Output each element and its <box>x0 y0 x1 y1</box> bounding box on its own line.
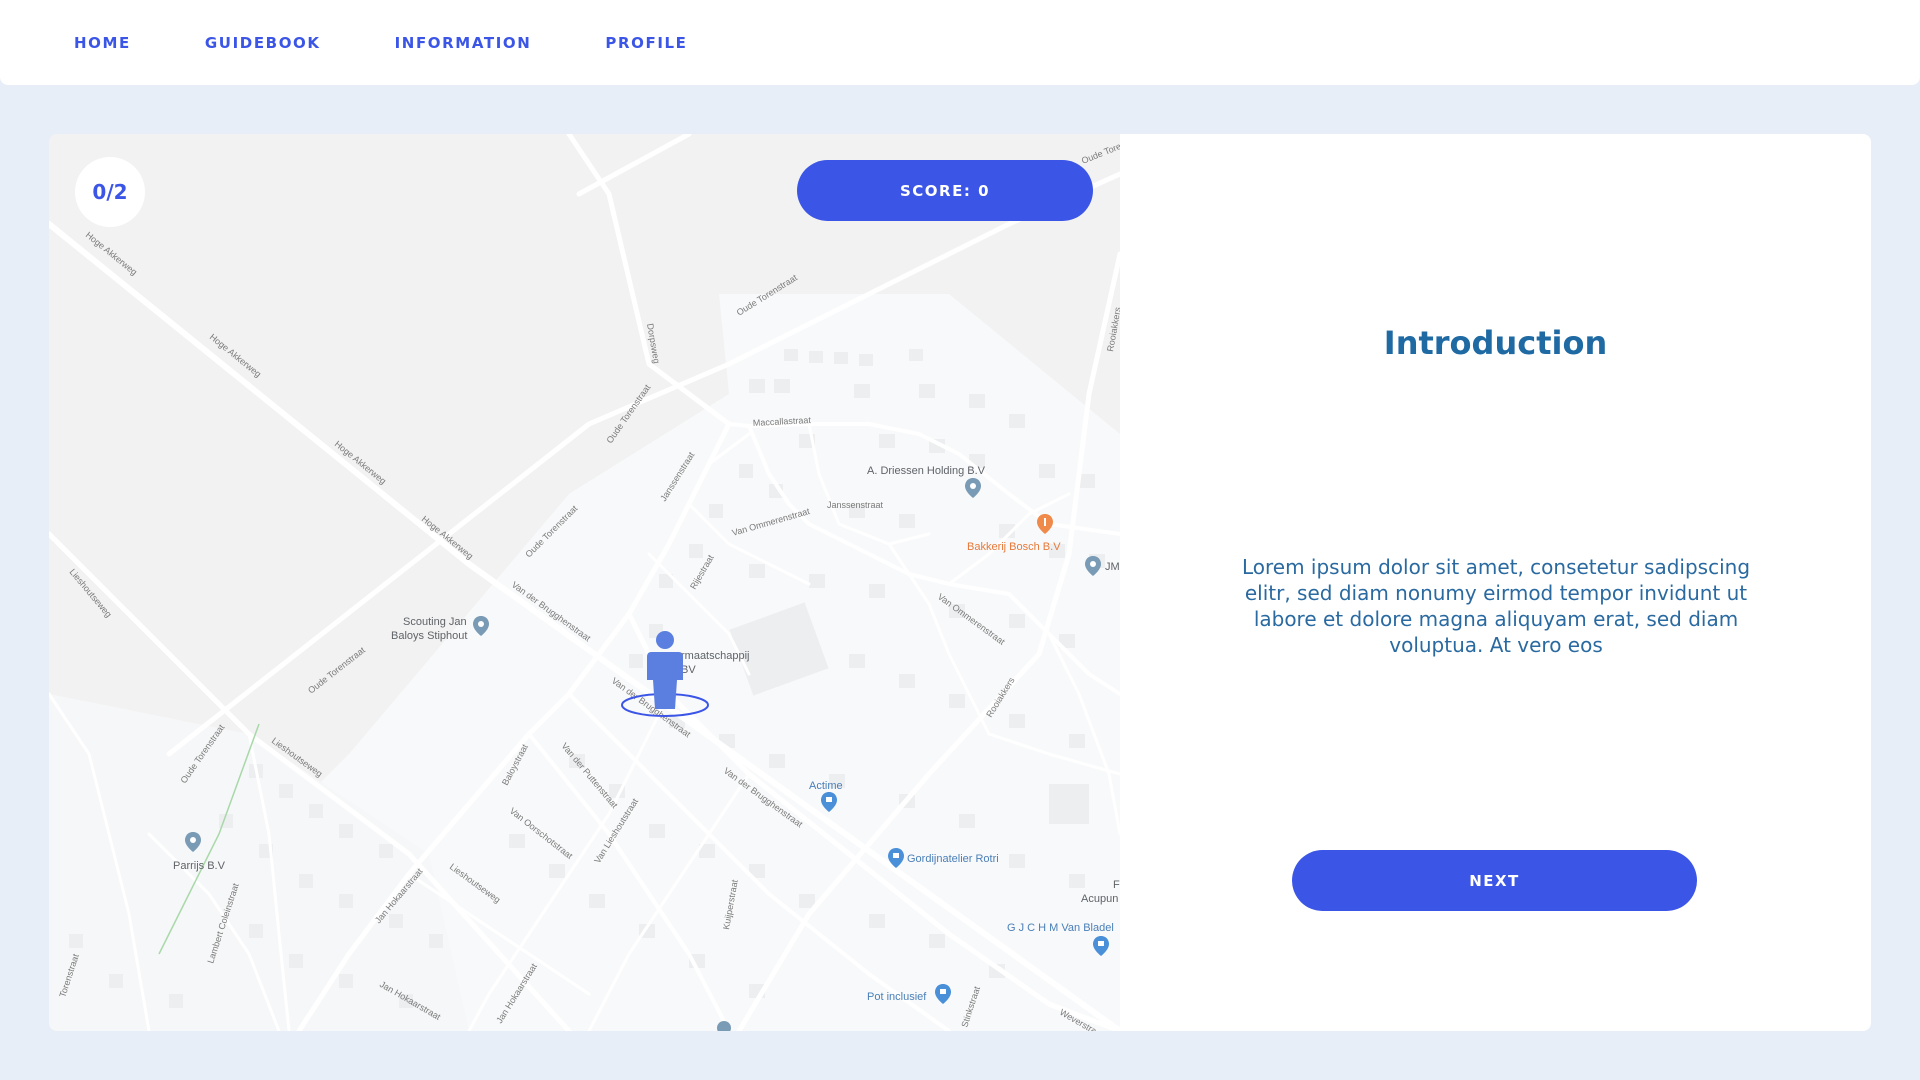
place-label: Baloys Stiphout <box>391 630 467 642</box>
intro-panel: Introduction Lorem ipsum dolor sit amet,… <box>1120 134 1871 1031</box>
place-label: rmaatschappij <box>681 650 749 662</box>
score-display: SCORE: 0 <box>797 160 1093 221</box>
street-label: Janssenstraat <box>827 500 884 510</box>
place-label: BV <box>681 664 696 676</box>
progress-counter: 0/2 <box>75 157 145 227</box>
place-label: Bakkerij Bosch B.V <box>967 541 1061 553</box>
street-map[interactable]: Hoge Akkerweg Hoge Akkerweg Hoge Akkerwe… <box>49 134 1120 1031</box>
intro-body-text: Lorem ipsum dolor sit amet, consetetur s… <box>1241 555 1751 657</box>
place-label: Parrijs B.V <box>173 860 226 872</box>
street-label: Oude Tore <box>1080 141 1120 166</box>
place-label: Pot inclusief <box>867 991 927 1003</box>
nav-guidebook-link[interactable]: GUIDEBOOK <box>205 34 321 52</box>
next-button[interactable]: NEXT <box>1292 850 1697 911</box>
nav-profile-link[interactable]: PROFILE <box>605 34 687 52</box>
place-label: F <box>1113 879 1120 891</box>
place-label: Gordijnatelier Rotri <box>907 853 999 865</box>
place-label: Acupun <box>1081 893 1118 905</box>
place-label: G J C H M Van Bladel <box>1007 922 1114 934</box>
street-label: Hoge Akkerweg <box>84 230 139 277</box>
map-panel[interactable]: Hoge Akkerweg Hoge Akkerweg Hoge Akkerwe… <box>49 134 1120 1031</box>
nav-home-link[interactable]: HOME <box>74 34 131 52</box>
place-label: Scouting Jan <box>403 616 467 628</box>
place-label: Actime <box>809 780 843 792</box>
street-label: Oude Torenstraat <box>306 645 367 696</box>
nav-information-link[interactable]: INFORMATION <box>395 34 532 52</box>
place-label: A. Driessen Holding B.V <box>867 465 986 477</box>
intro-title: Introduction <box>1383 324 1608 362</box>
place-label: JM <box>1105 561 1120 573</box>
top-navigation: HOME GUIDEBOOK INFORMATION PROFILE <box>0 0 1920 85</box>
